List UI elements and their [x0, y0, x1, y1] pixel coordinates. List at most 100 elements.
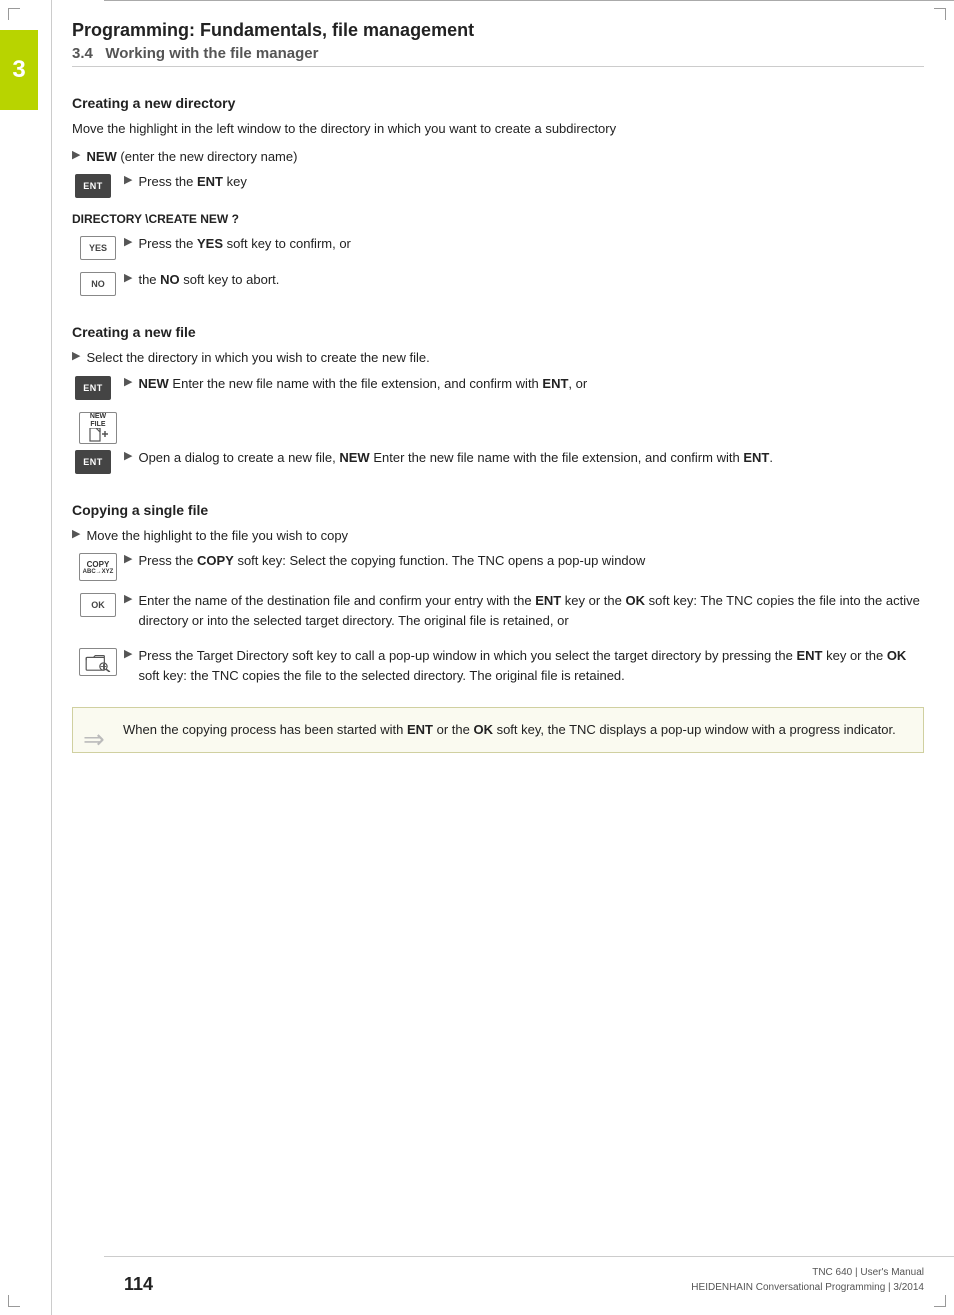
- page-header: Programming: Fundamentals, file manageme…: [72, 20, 924, 67]
- creating-directory-intro: Move the highlight in the left window to…: [72, 119, 924, 139]
- newfile-ent-text: Open a dialog to create a new file, NEW …: [138, 448, 924, 468]
- no-key-button[interactable]: NO: [80, 272, 116, 296]
- section-title: 3.4 Working with the file manager: [72, 45, 924, 62]
- no-text-col: ▶ the NO soft key to abort.: [124, 270, 924, 296]
- copy-row: COPY ABC→XYZ ▶ Press the COPY soft key: …: [72, 551, 924, 581]
- yes-text-col: ▶ Press the YES soft key to confirm, or: [124, 234, 924, 260]
- press-ent-item: ▶ Press the ENT key: [124, 172, 924, 192]
- press-yes-text: Press the YES soft key to confirm, or: [138, 234, 924, 254]
- arrow-icon: ▶: [72, 148, 80, 161]
- yes-bold: YES: [197, 236, 223, 251]
- ok-item: ▶ Enter the name of the destination file…: [124, 591, 924, 630]
- file-ent-key-button[interactable]: ENT: [75, 376, 111, 400]
- copy-key-button[interactable]: COPY ABC→XYZ: [79, 553, 117, 581]
- newfile-row: NEW FILE: [72, 410, 924, 444]
- ent-text-col: ▶ Press the ENT key: [124, 172, 924, 198]
- ok-row: OK ▶ Enter the name of the destination f…: [72, 591, 924, 636]
- ent-bold3: ENT: [743, 450, 769, 465]
- press-no-item: ▶ the NO soft key to abort.: [124, 270, 924, 290]
- ok-text-col: ▶ Enter the name of the destination file…: [124, 591, 924, 636]
- file-ent-row: ENT ▶ NEW Enter the new file name with t…: [72, 374, 924, 400]
- move-highlight-text: Move the highlight to the file you wish …: [86, 526, 924, 546]
- ok-bold: OK: [626, 593, 646, 608]
- newfile-key-button[interactable]: NEW FILE: [79, 412, 117, 444]
- page-number: 114: [124, 1274, 153, 1295]
- creating-directory-heading: Creating a new directory: [72, 95, 924, 111]
- chapter-title: Programming: Fundamentals, file manageme…: [72, 20, 924, 41]
- ok-text: Enter the name of the destination file a…: [138, 591, 924, 630]
- arrow-icon: ▶: [72, 349, 80, 362]
- newfile-ent-key-button[interactable]: ENT: [75, 450, 111, 474]
- chapter-number: 3: [12, 56, 25, 84]
- no-bold: NO: [160, 272, 180, 287]
- dir-prompt: DIRECTORY \CREATE NEW ?: [72, 212, 924, 226]
- new-label3: NEW: [339, 450, 369, 465]
- file-ent-key-col: ENT: [72, 374, 124, 400]
- ent-bold4: ENT: [535, 593, 561, 608]
- file-ent-text-col: ▶ NEW Enter the new file name with the f…: [124, 374, 924, 400]
- footer-text: TNC 640 | User's Manual HEIDENHAIN Conve…: [691, 1265, 924, 1295]
- ent-bold5: ENT: [797, 648, 823, 663]
- no-row: NO ▶ the NO soft key to abort.: [72, 270, 924, 296]
- note-box: ⇒ When the copying process has been star…: [72, 707, 924, 753]
- copy-item: ▶ Press the COPY soft key: Select the co…: [124, 551, 924, 571]
- newfile-ent-item: ▶ Open a dialog to create a new file, NE…: [124, 448, 924, 468]
- yes-key-button[interactable]: YES: [80, 236, 116, 260]
- copy-key-top: COPY: [87, 560, 110, 569]
- no-key-col: NO: [72, 270, 124, 296]
- arrow-icon: ▶: [124, 375, 132, 388]
- copy-bold: COPY: [197, 553, 234, 568]
- ok-bold2: OK: [887, 648, 907, 663]
- main-content: Programming: Fundamentals, file manageme…: [52, 0, 954, 1315]
- target-item: ▶ Press the Target Directory soft key to…: [124, 646, 924, 685]
- arrow-icon: ▶: [124, 173, 132, 186]
- chapter-tab: 3: [0, 30, 38, 110]
- file-ent-item: ▶ NEW Enter the new file name with the f…: [124, 374, 924, 394]
- sidebar: 3: [0, 0, 52, 1315]
- target-key-col: [72, 646, 124, 676]
- copy-key-col: COPY ABC→XYZ: [72, 551, 124, 581]
- ok-key-button[interactable]: OK: [80, 593, 116, 617]
- target-text-col: ▶ Press the Target Directory soft key to…: [124, 646, 924, 691]
- copy-text: Press the COPY soft key: Select the copy…: [138, 551, 924, 571]
- newfile-ent-row: ENT ▶ Open a dialog to create a new file…: [72, 448, 924, 474]
- press-ent-text: Press the ENT key: [138, 172, 924, 192]
- ok-key-col: OK: [72, 591, 124, 617]
- move-highlight-item: ▶ Move the highlight to the file you wis…: [72, 526, 924, 546]
- page-footer: 114 TNC 640 | User's Manual HEIDENHAIN C…: [104, 1256, 954, 1295]
- note-text: When the copying process has been starte…: [123, 722, 896, 737]
- step-new-directory: ▶ NEW (enter the new directory name): [72, 147, 924, 167]
- arrow-icon: ▶: [124, 271, 132, 284]
- target-row: ▶ Press the Target Directory soft key to…: [72, 646, 924, 691]
- new-label2: NEW: [138, 376, 168, 391]
- select-dir-item: ▶ Select the directory in which you wish…: [72, 348, 924, 368]
- yes-key-col: YES: [72, 234, 124, 260]
- note-ent-bold: ENT: [407, 722, 433, 737]
- top-border-line: [104, 0, 954, 1]
- footer-line2: HEIDENHAIN Conversational Programming | …: [691, 1280, 924, 1295]
- yes-row: YES ▶ Press the YES soft key to confirm,…: [72, 234, 924, 260]
- select-dir-text: Select the directory in which you wish t…: [86, 348, 924, 368]
- ent-bold: ENT: [197, 174, 223, 189]
- footer-line1: TNC 640 | User's Manual: [691, 1265, 924, 1280]
- target-key-button[interactable]: [79, 648, 117, 676]
- ent-bold2: ENT: [542, 376, 568, 391]
- ent-key-button[interactable]: ENT: [75, 174, 111, 198]
- new-label: NEW: [86, 149, 116, 164]
- arrow-icon: ▶: [124, 449, 132, 462]
- ent-key-col: ENT: [72, 172, 124, 198]
- creating-file-heading: Creating a new file: [72, 324, 924, 340]
- newfile-ent-key-col: ENT: [72, 448, 124, 474]
- newfile-bottom: FILE: [90, 421, 105, 429]
- copying-file-heading: Copying a single file: [72, 502, 924, 518]
- target-dir-icon: [85, 652, 111, 672]
- arrow-icon: ▶: [124, 592, 132, 605]
- newfile-icon: [88, 428, 108, 442]
- note-ok-bold: OK: [473, 722, 493, 737]
- press-no-text: the NO soft key to abort.: [138, 270, 924, 290]
- press-yes-item: ▶ Press the YES soft key to confirm, or: [124, 234, 924, 254]
- step-new-text: NEW (enter the new directory name): [86, 147, 924, 167]
- page-wrapper: 3 Programming: Fundamentals, file manage…: [0, 0, 954, 1315]
- copy-key-bottom: ABC→XYZ: [83, 569, 114, 575]
- note-arrow-icon: ⇒: [83, 720, 105, 759]
